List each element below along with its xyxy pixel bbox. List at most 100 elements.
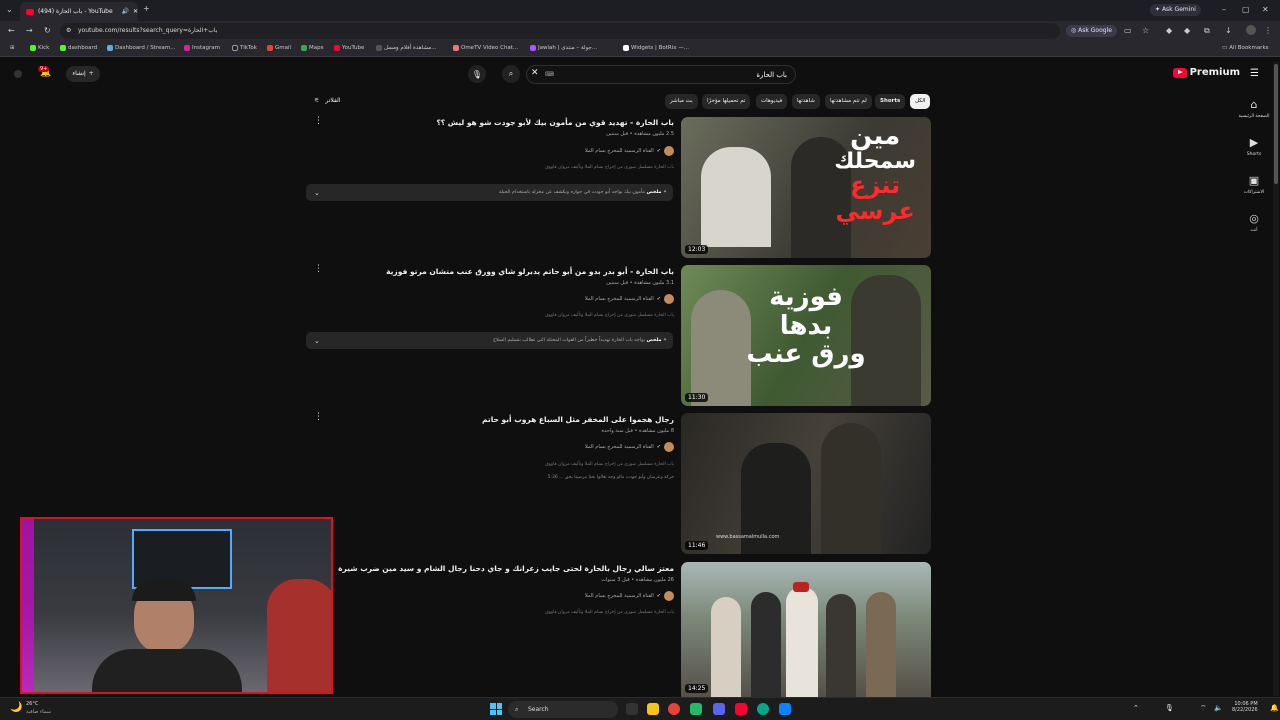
- video-thumbnail[interactable]: 14:25: [681, 562, 931, 697]
- downloads-icon[interactable]: ↓: [1225, 26, 1232, 35]
- search-input[interactable]: باب الحارة ⌨: [526, 65, 796, 84]
- bookmark-kick[interactable]: Kick: [30, 45, 49, 51]
- bookmark-gmail[interactable]: Gmail: [267, 45, 291, 51]
- weather-icon[interactable]: 🌙: [10, 702, 22, 713]
- bookmark-star-icon[interactable]: ☆: [1142, 26, 1149, 35]
- extensions-puzzle-icon[interactable]: ⧉: [1204, 26, 1210, 36]
- chevron-down-icon[interactable]: ⌄: [314, 189, 320, 197]
- url-field[interactable]: ⚙ youtube.com/results?search_query=باب+ا…: [60, 23, 1060, 39]
- close-window-icon[interactable]: ✕: [1262, 5, 1269, 14]
- bookmark-movies[interactable]: مشاهدة أفلام ومسل...: [376, 45, 436, 51]
- windows-start-icon[interactable]: [490, 703, 502, 715]
- apps-icon[interactable]: ⊞: [10, 45, 15, 51]
- hamburger-menu-icon[interactable]: ☰: [1250, 68, 1259, 79]
- notification-icon[interactable]: 🔔: [1270, 704, 1279, 712]
- account-avatar[interactable]: [14, 70, 22, 78]
- bookmark-botrix[interactable]: Widgets | BotRix —...: [623, 45, 689, 51]
- sidebar-item-shorts[interactable]: ▶ Shorts: [1236, 136, 1272, 157]
- youtube-app-icon[interactable]: [735, 703, 747, 715]
- bookmark-maps[interactable]: Maps: [301, 45, 323, 51]
- video-title[interactable]: باب الحارة - تهديد قوي من مأمون بيك لأبو…: [436, 118, 674, 127]
- app-store-icon[interactable]: [779, 703, 791, 715]
- voice-search-button[interactable]: 🎙: [468, 65, 486, 83]
- chip-unwatched[interactable]: لم تتم مشاهدتها: [825, 94, 872, 109]
- channel-link[interactable]: ✔ القناة الرسمية للمخرج بسام الملا: [585, 591, 674, 601]
- channel-link[interactable]: ✔ القناة الرسمية للمخرج بسام الملا: [585, 294, 674, 304]
- ai-summary-bar[interactable]: ✦ ملخص يواجه باب الحارة تهديداً خطيراً م…: [306, 332, 673, 349]
- audio-icon[interactable]: 🔊: [121, 8, 128, 15]
- chip-watched[interactable]: شاهدتها: [792, 94, 820, 109]
- maximize-icon[interactable]: ▢: [1242, 5, 1250, 14]
- minimize-icon[interactable]: –: [1222, 5, 1226, 14]
- youtube-premium-logo[interactable]: Premium: [1172, 67, 1240, 78]
- app-icon[interactable]: [690, 703, 702, 715]
- bookmark-dashboard[interactable]: dashboard: [60, 45, 97, 51]
- all-bookmarks[interactable]: ▭ All Bookmarks: [1222, 45, 1269, 51]
- profile-avatar[interactable]: [1246, 25, 1256, 35]
- ask-google-button[interactable]: ◎ Ask Google: [1066, 25, 1117, 37]
- video-chapter-snippet[interactable]: حركة وعرضان وأبو جودت مالو وجه تعالوا نح…: [548, 475, 674, 480]
- thumbnail-figure: [701, 147, 771, 247]
- video-thumbnail[interactable]: www.bassamalmulla.com 11:46: [681, 413, 931, 554]
- discord-icon[interactable]: [713, 703, 725, 715]
- extension-icon-2[interactable]: ◆: [1184, 26, 1190, 35]
- file-explorer-icon[interactable]: [647, 703, 659, 715]
- bookmark-tiktok[interactable]: TikTok: [232, 45, 257, 51]
- tab-close-icon[interactable]: ✕: [133, 8, 138, 15]
- search-button[interactable]: ⌕: [502, 65, 520, 83]
- wifi-icon[interactable]: ⌔: [1200, 704, 1207, 713]
- back-icon[interactable]: ←: [8, 26, 15, 35]
- channel-link[interactable]: ✔ القناة الرسمية للمخرج بسام الملا: [585, 146, 674, 156]
- chip-shorts[interactable]: Shorts: [875, 94, 906, 109]
- bookmark-instagram[interactable]: Instagram: [184, 45, 220, 51]
- channel-link[interactable]: ✔ القناة الرسمية للمخرج بسام الملا: [585, 442, 674, 452]
- video-thumbnail[interactable]: مين سمحلك تنزع عرسي 12:03: [681, 117, 931, 258]
- chip-live[interactable]: بث مباشر: [665, 94, 698, 109]
- chrome-icon[interactable]: [668, 703, 680, 715]
- site-info-icon[interactable]: ⚙: [66, 23, 71, 39]
- keyboard-icon[interactable]: ⌨: [545, 66, 554, 84]
- tray-chevron-icon[interactable]: ⌃: [1133, 704, 1139, 712]
- more-options-icon[interactable]: ⋮: [314, 264, 323, 274]
- bookmark-jawlah[interactable]: Jawlah | جولة – منتدى...: [530, 45, 597, 51]
- forward-icon[interactable]: →: [26, 26, 33, 35]
- mic-tray-icon[interactable]: 🎙: [1165, 704, 1174, 712]
- chip-videos[interactable]: فيديوهات: [756, 94, 788, 109]
- more-options-icon[interactable]: ⋮: [314, 412, 323, 422]
- video-thumbnail[interactable]: فوزية بدها ورق عنب 11:30: [681, 265, 931, 406]
- video-duration: 14:25: [685, 684, 709, 693]
- extension-icon[interactable]: ◆: [1166, 26, 1172, 35]
- video-title[interactable]: رجال هجموا على المخفر مثل السباع هروب أب…: [482, 415, 674, 424]
- ai-summary-bar[interactable]: ✦ ملخص مأمون بيك يواجه أبو جودت في حواره…: [306, 184, 673, 201]
- task-view-icon[interactable]: [626, 703, 638, 715]
- more-options-icon[interactable]: ⋮: [314, 116, 323, 126]
- video-title[interactable]: معتز سالي رجال بالحارة لحتى جايب زعرانك …: [338, 564, 674, 573]
- chevron-down-icon[interactable]: ⌄: [314, 337, 320, 345]
- bookmark-ometv[interactable]: OmeTV Video Chat...: [453, 45, 518, 51]
- logo-text: Premium: [1189, 67, 1240, 78]
- tab-list-icon[interactable]: ⌄: [6, 5, 13, 14]
- scrollbar-thumb[interactable]: [1274, 64, 1278, 184]
- bookmark-youtube[interactable]: YouTube: [334, 45, 364, 51]
- sidebar-item-home[interactable]: ⌂ الصفحة الرئيسية: [1236, 98, 1272, 119]
- edge-icon[interactable]: [757, 703, 769, 715]
- browser-tab[interactable]: (494) باب الحارة - YouTube 🔊 ✕: [20, 2, 138, 21]
- bookmark-dashboard-stream[interactable]: Dashboard / Stream...: [107, 45, 175, 51]
- clock[interactable]: 10:06 PM 8/22/2026: [1232, 701, 1258, 713]
- chip-all[interactable]: الكل: [910, 94, 931, 109]
- filters-button[interactable]: ⚟ الفلاتر: [314, 97, 340, 104]
- chip-recently-uploaded[interactable]: تم تحميلها مؤخرًا: [702, 94, 751, 109]
- video-title[interactable]: باب الحارة - أبو بدر بدو من أبو حاتم يدب…: [386, 267, 674, 276]
- taskbar-search[interactable]: ⌕ Search: [508, 701, 618, 718]
- page-scrollbar[interactable]: [1273, 62, 1279, 696]
- ask-gemini-button[interactable]: ✦ Ask Gemini: [1150, 4, 1201, 16]
- create-button[interactable]: إنشاء +: [66, 66, 100, 82]
- clear-search-icon[interactable]: ✕: [531, 68, 539, 78]
- sidebar-item-subscriptions[interactable]: ▣ الاشتراكات: [1236, 174, 1272, 195]
- browser-menu-icon[interactable]: ⋮: [1264, 26, 1272, 35]
- new-tab-button[interactable]: +: [143, 4, 150, 13]
- sidebar-item-you[interactable]: ◎ أنت: [1236, 212, 1272, 233]
- reload-icon[interactable]: ↻: [44, 26, 51, 35]
- volume-icon[interactable]: 🔈: [1214, 704, 1223, 712]
- cast-icon[interactable]: ▭: [1124, 26, 1132, 35]
